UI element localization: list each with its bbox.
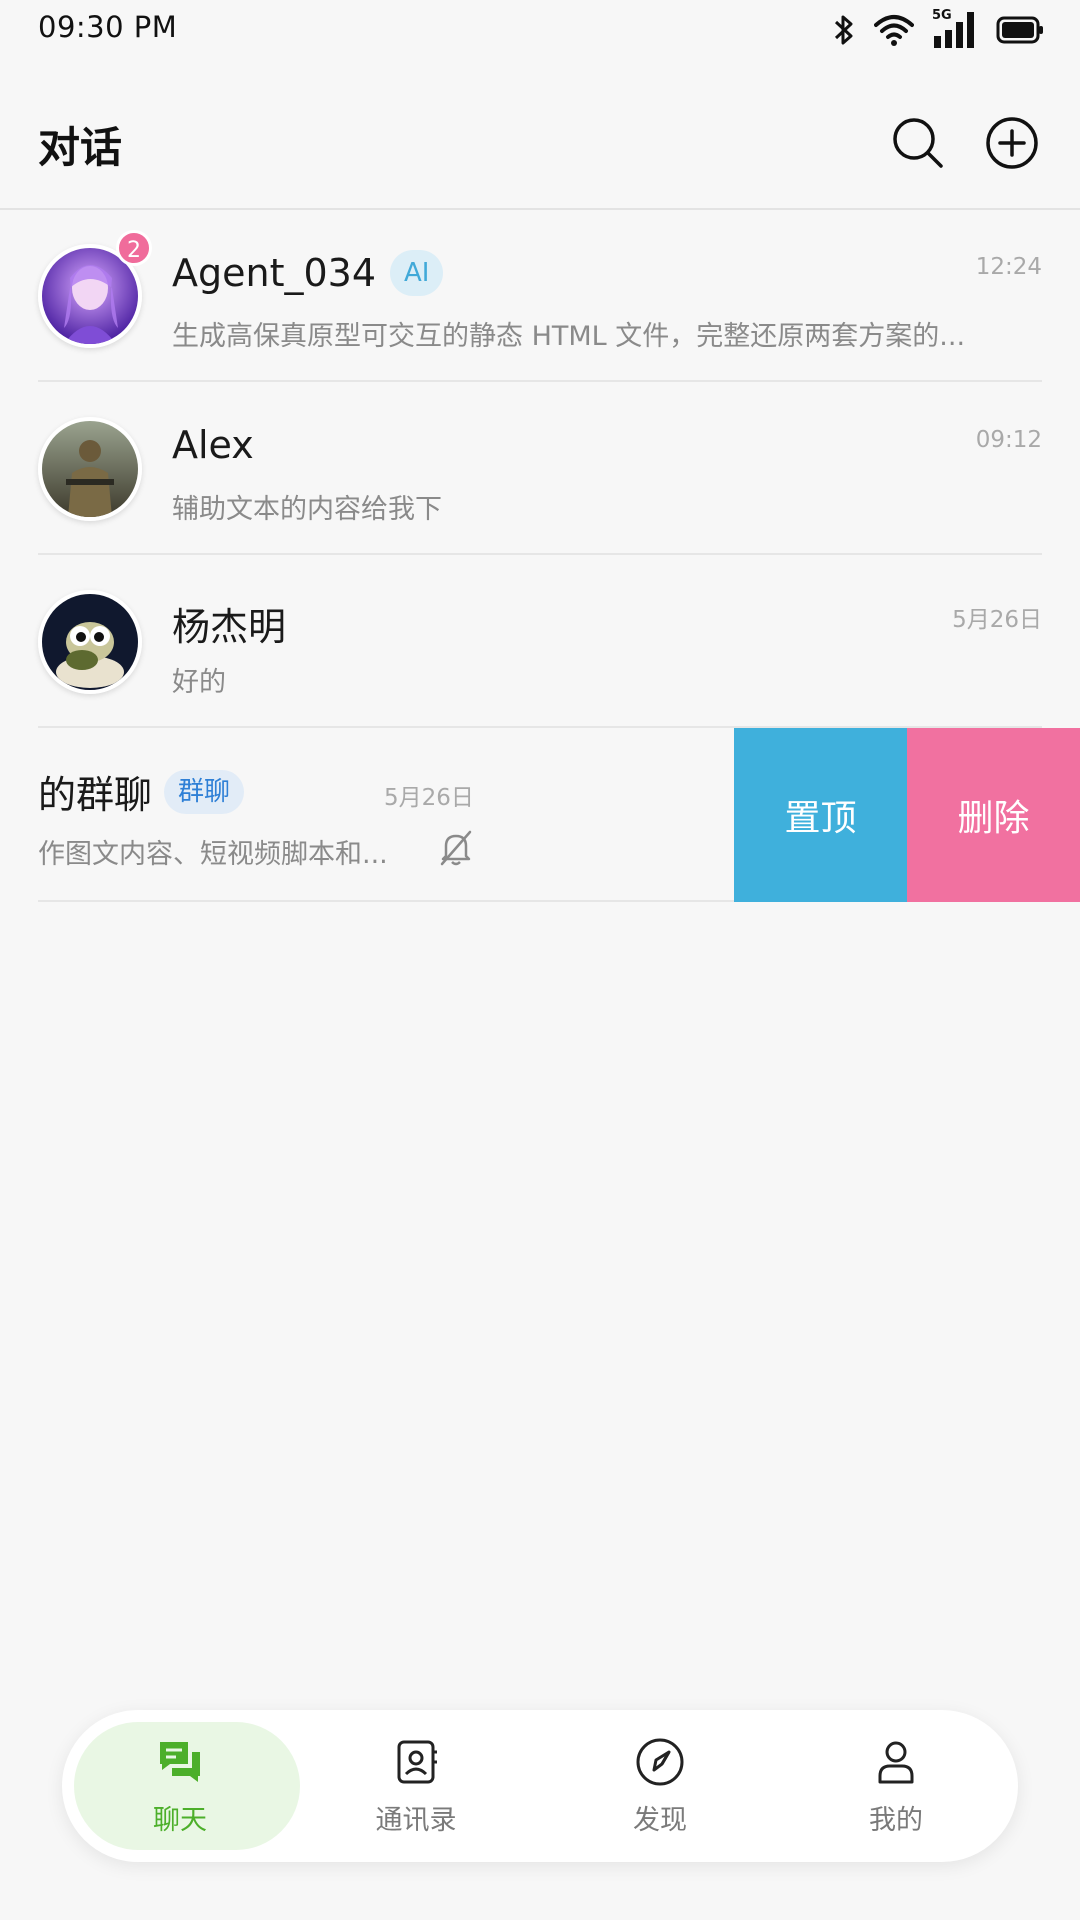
status-bar: 09:30 PM 5G — [0, 0, 1080, 60]
chat-preview: 生成高保真原型可交互的静态 HTML 文件，完整还原两套方案的... — [172, 321, 966, 352]
nav-chat[interactable]: 聊天 — [62, 1710, 300, 1862]
chat-row-group-swiped[interactable]: 的群聊 群聊 5月26日 作图文内容、短视频脚本和... 置顶 删除 — [0, 728, 1080, 902]
nav-contacts[interactable]: 通讯录 — [298, 1710, 534, 1862]
chat-preview: 好的 — [172, 667, 226, 698]
user-icon — [870, 1736, 922, 1788]
chat-name-text: 的群聊 — [38, 773, 153, 817]
wifi-icon — [874, 13, 914, 47]
search-button[interactable] — [888, 115, 948, 175]
signal-5g-icon: 5G — [932, 8, 978, 50]
add-button[interactable] — [982, 115, 1042, 175]
plus-circle-icon — [985, 116, 1039, 174]
nav-me[interactable]: 我的 — [778, 1710, 1014, 1862]
ai-tag: AI — [390, 250, 444, 296]
chat-time: 5月26日 — [384, 785, 474, 811]
chat-preview: 辅助文本的内容给我下 — [172, 494, 442, 525]
avatar — [38, 590, 142, 694]
pin-button[interactable]: 置顶 — [734, 728, 907, 902]
avatar — [38, 417, 142, 521]
unread-badge: 2 — [116, 230, 152, 266]
nav-label: 我的 — [869, 1804, 923, 1836]
chat-row-yang[interactable]: 杨杰明 5月26日 好的 — [0, 556, 1080, 728]
chat-name-text: Agent_034 — [172, 251, 377, 295]
network-label: 5G — [932, 8, 952, 23]
chat-time: 5月26日 — [952, 607, 1042, 633]
header: 对话 — [0, 84, 1080, 208]
nav-label: 聊天 — [153, 1804, 207, 1836]
row-divider — [38, 553, 1042, 555]
contacts-icon — [390, 1736, 442, 1788]
chat-preview: 作图文内容、短视频脚本和... — [38, 839, 388, 870]
nav-label: 发现 — [633, 1804, 687, 1836]
group-tag: 群聊 — [164, 769, 245, 814]
chat-time: 12:24 — [975, 254, 1042, 280]
chat-time: 09:12 — [975, 427, 1042, 453]
chat-icon — [154, 1736, 206, 1788]
row-divider — [38, 380, 1042, 382]
compass-icon — [634, 1736, 686, 1788]
page-title: 对话 — [38, 123, 123, 172]
chat-name: 杨杰明 — [172, 596, 286, 651]
chat-name: 的群聊 群聊 — [38, 764, 245, 819]
status-time: 09:30 PM — [38, 10, 178, 44]
nav-label: 通讯录 — [375, 1804, 457, 1836]
search-icon — [891, 116, 945, 174]
chat-name: Agent_034 AI — [172, 250, 444, 296]
delete-button[interactable]: 删除 — [907, 728, 1080, 902]
bottom-nav: 聊天 通讯录 发现 我的 — [62, 1710, 1018, 1862]
chat-row-agent[interactable]: 2 Agent_034 AI 12:24 生成高保真原型可交互的静态 HTML … — [0, 210, 1080, 382]
row-divider — [38, 900, 734, 902]
chat-name: Alex — [172, 423, 254, 467]
chat-list-screen: 09:30 PM 5G 对话 2 Agent_034 AI 12:24 生成高保… — [0, 0, 1080, 1920]
chat-name-text: 杨杰明 — [172, 605, 287, 649]
bluetooth-icon — [832, 12, 856, 48]
status-icons: 5G — [832, 8, 1044, 52]
bell-off-icon — [436, 828, 476, 868]
battery-icon — [996, 15, 1044, 45]
chat-row-alex[interactable]: Alex 09:12 辅助文本的内容给我下 — [0, 383, 1080, 555]
chat-name-text: Alex — [172, 423, 254, 467]
nav-discover[interactable]: 发现 — [542, 1710, 778, 1862]
